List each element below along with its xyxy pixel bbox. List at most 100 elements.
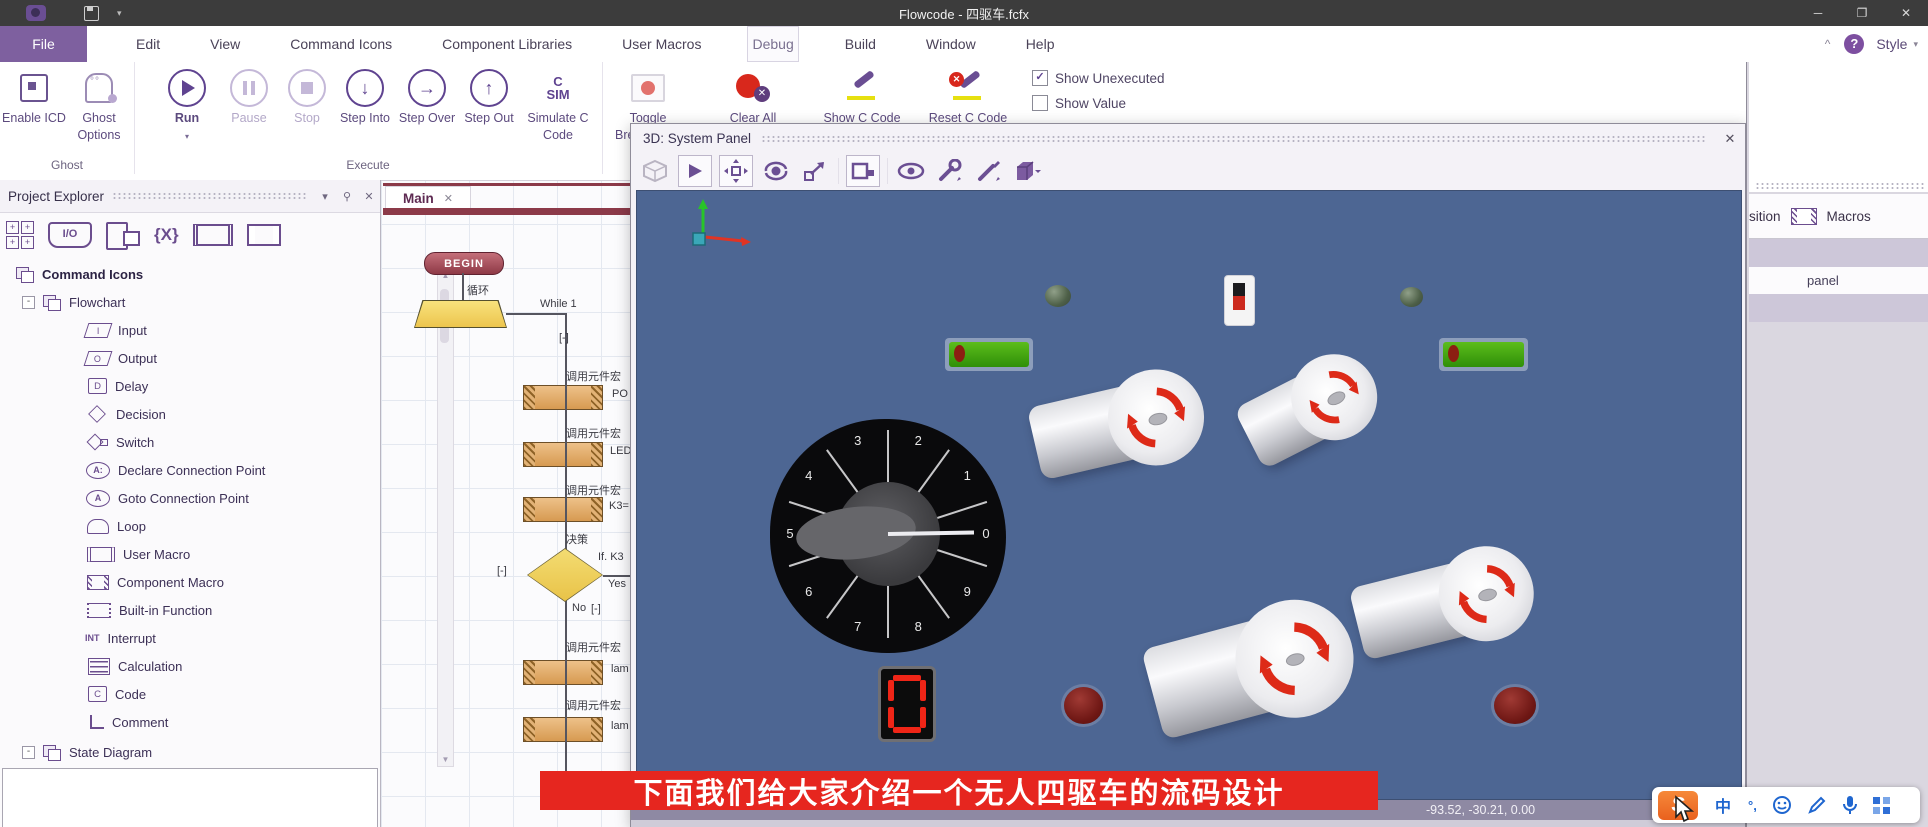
- panel-row[interactable]: [1749, 294, 1928, 322]
- minimize-button[interactable]: ─: [1796, 0, 1840, 26]
- ime-punctuation-button[interactable]: °,: [1748, 798, 1757, 813]
- 3d-panel-drag-handle[interactable]: [761, 135, 1705, 143]
- component-macro-node-4[interactable]: [523, 660, 603, 685]
- menu-user-macros[interactable]: User Macros: [618, 26, 705, 62]
- ime-language-button[interactable]: 中: [1715, 793, 1731, 817]
- pause-button[interactable]: Pause: [218, 66, 280, 127]
- tree-item-state-diagram[interactable]: -State Diagram: [22, 740, 152, 764]
- menu-help[interactable]: Help: [1022, 26, 1059, 62]
- emoji-icon[interactable]: [1772, 795, 1792, 815]
- tree-item-goto-connection-point[interactable]: AGoto Connection Point: [86, 486, 249, 510]
- 3d-panel-close-icon[interactable]: ✕: [1715, 131, 1745, 147]
- right-panel-drag-handle[interactable]: [1755, 182, 1925, 190]
- flowchart-begin-node[interactable]: BEGIN: [424, 252, 504, 275]
- menu-window[interactable]: Window: [922, 26, 980, 62]
- 3d-resize-tool-button[interactable]: [799, 156, 831, 186]
- panel-drag-handle[interactable]: [112, 192, 306, 200]
- 3d-frame-tool-button[interactable]: [846, 155, 880, 187]
- collapse-marker[interactable]: [-]: [559, 332, 569, 344]
- restore-button[interactable]: ❐: [1840, 0, 1884, 26]
- 3d-shape-cube-icon[interactable]: [1012, 156, 1044, 186]
- tree-item-component-macro[interactable]: Component Macro: [87, 570, 224, 594]
- motor-component-1[interactable]: [1024, 358, 1214, 494]
- tree-item-flowchart[interactable]: -Flowchart: [22, 290, 125, 314]
- simulate-c-code-button[interactable]: CSIM Simulate C Code: [520, 66, 596, 144]
- component-macro-node-3[interactable]: [523, 497, 603, 522]
- tree-item-declare-connection-point[interactable]: A:Declare Connection Point: [86, 458, 265, 482]
- push-button-component[interactable]: [1064, 687, 1103, 724]
- tree-item-decision[interactable]: Decision: [90, 402, 166, 426]
- explorer-tool-component-macro-icon[interactable]: [247, 220, 281, 250]
- 3d-visibility-eye-icon[interactable]: [895, 156, 927, 186]
- show-unexecuted-checkbox[interactable]: ✓ Show Unexecuted: [1032, 70, 1165, 86]
- panel-pin-icon[interactable]: ⚲: [336, 190, 358, 203]
- led-sphere[interactable]: [1400, 287, 1423, 307]
- close-button[interactable]: ✕: [1884, 0, 1928, 26]
- led-sphere[interactable]: [1045, 285, 1071, 307]
- help-icon[interactable]: ?: [1844, 34, 1864, 54]
- tree-item-loop[interactable]: Loop: [87, 514, 146, 538]
- menu-command-icons[interactable]: Command Icons: [286, 26, 396, 62]
- tab-close-icon[interactable]: ✕: [444, 192, 453, 205]
- menu-debug[interactable]: Debug: [747, 26, 798, 62]
- push-button-component[interactable]: [1494, 687, 1536, 724]
- menu-edit[interactable]: Edit: [132, 26, 164, 62]
- tab-main[interactable]: Main✕: [385, 186, 471, 209]
- rotary-dial-component[interactable]: 0123456789: [770, 419, 1006, 653]
- tree-item-code[interactable]: CCode: [88, 682, 146, 706]
- ime-menu-grid-icon[interactable]: [1873, 797, 1890, 814]
- explorer-tool-variables-icon[interactable]: {X}: [154, 220, 179, 250]
- 3d-orbit-tool-button[interactable]: [760, 156, 792, 186]
- 3d-wrench-tool-icon[interactable]: [934, 156, 966, 186]
- tree-item-output[interactable]: OOutput: [86, 346, 157, 370]
- microphone-icon[interactable]: [1842, 795, 1858, 815]
- flowchart-vertical-scrollbar[interactable]: ▲ ▼: [437, 268, 454, 767]
- component-macro-node-5[interactable]: [523, 717, 603, 742]
- 3d-paint-tool-icon[interactable]: [973, 156, 1005, 186]
- step-over-button[interactable]: → Step Over: [396, 66, 458, 127]
- 3d-move-tool-button[interactable]: [719, 155, 753, 187]
- component-macro-node-2[interactable]: [523, 442, 603, 467]
- battery-led-component[interactable]: [1439, 338, 1528, 371]
- panel-menu-caret-icon[interactable]: ▾: [314, 190, 336, 203]
- tree-item-comment[interactable]: Comment: [90, 710, 168, 734]
- collapse-ribbon-icon[interactable]: ^: [1825, 37, 1831, 51]
- tree-item-user-macro[interactable]: User Macro: [87, 542, 190, 566]
- explorer-tool-windows-icon[interactable]: [106, 220, 140, 250]
- show-value-checkbox[interactable]: Show Value: [1032, 95, 1165, 111]
- 3d-viewport[interactable]: 0123456789: [636, 190, 1742, 800]
- ghost-options-button[interactable]: Ghost Options: [66, 66, 132, 144]
- menu-file[interactable]: File: [0, 26, 87, 62]
- collapse-marker[interactable]: [-]: [591, 603, 601, 615]
- explorer-tool-io-icon[interactable]: I/O: [48, 220, 92, 250]
- explorer-tool-user-macro-icon[interactable]: [193, 220, 233, 250]
- collapse-marker[interactable]: [-]: [497, 565, 507, 577]
- tree-item-command-icons[interactable]: Command Icons: [16, 262, 143, 286]
- reset-c-code-button[interactable]: ✕ Reset C Code: [920, 66, 1016, 127]
- scroll-down-icon[interactable]: ▼: [438, 755, 453, 764]
- battery-led-component[interactable]: [945, 338, 1033, 371]
- panel-row[interactable]: panel: [1749, 267, 1928, 294]
- stop-button[interactable]: Stop: [276, 66, 338, 127]
- tree-item-input[interactable]: IInput: [86, 318, 147, 342]
- explorer-tool-add-icons[interactable]: ++++: [6, 220, 34, 250]
- panel-row[interactable]: [1749, 239, 1928, 267]
- tree-item-interrupt[interactable]: INTInterrupt: [85, 626, 156, 650]
- show-c-code-button[interactable]: Show C Code: [814, 66, 910, 127]
- pencil-tool-icon[interactable]: [1807, 795, 1827, 815]
- panel-close-icon[interactable]: ✕: [358, 190, 380, 203]
- macros-group-label[interactable]: Macros: [1827, 209, 1871, 224]
- menu-component-libraries[interactable]: Component Libraries: [438, 26, 576, 62]
- tree-item-built-in-function[interactable]: Built-in Function: [87, 598, 212, 622]
- menu-view[interactable]: View: [206, 26, 244, 62]
- tree-item-delay[interactable]: DDelay: [88, 374, 148, 398]
- toggle-switch-component[interactable]: [1224, 275, 1255, 326]
- tree-item-calculation[interactable]: Calculation: [88, 654, 182, 678]
- style-button[interactable]: Style: [1876, 36, 1907, 52]
- flowchart-while-node[interactable]: [414, 300, 507, 328]
- menu-build[interactable]: Build: [841, 26, 880, 62]
- motor-component-2[interactable]: [1229, 337, 1394, 482]
- motor-component-3[interactable]: [1346, 534, 1545, 675]
- 3d-run-button[interactable]: [678, 155, 712, 187]
- enable-icd-button[interactable]: Enable ICD: [2, 66, 66, 127]
